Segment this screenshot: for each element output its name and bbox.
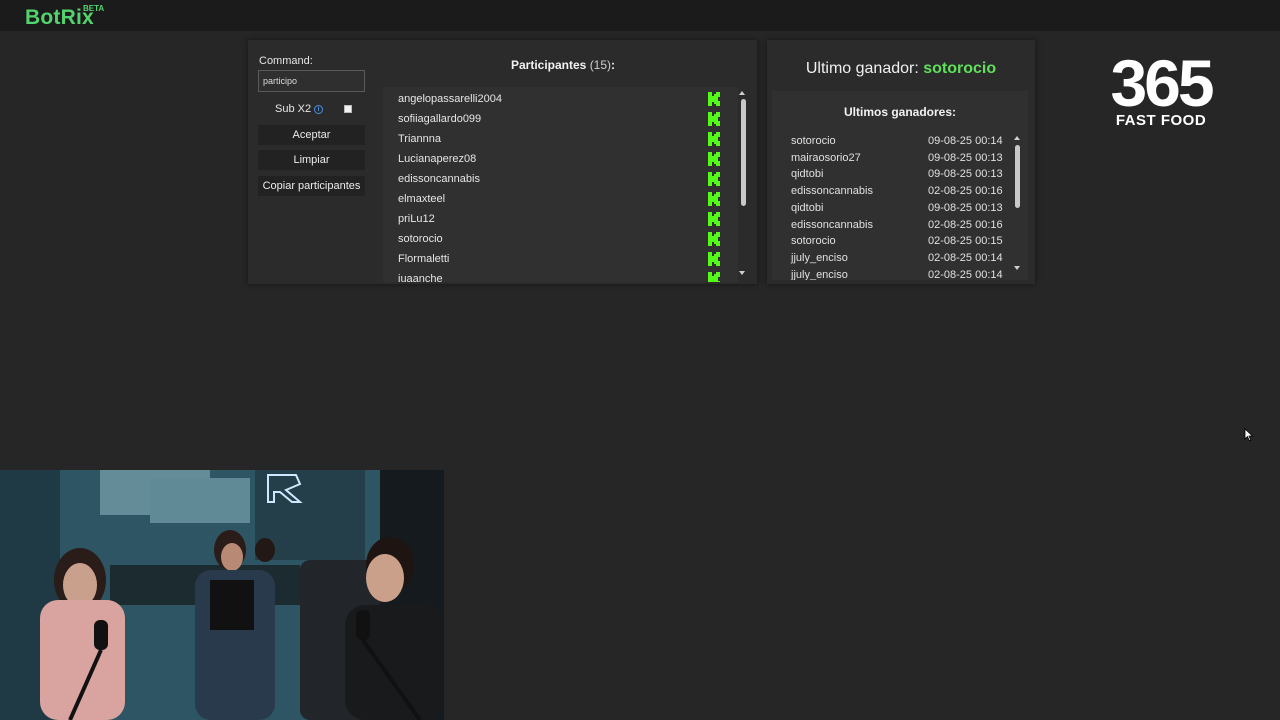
winner-date: 02-08-25 00:14 bbox=[928, 251, 1003, 264]
participants-title: Participantes (15): bbox=[383, 58, 743, 72]
top-bar: BotRix BETA bbox=[0, 0, 1280, 31]
winner-name: edissoncannabis bbox=[791, 185, 873, 198]
giveaway-panel: Command: Sub X2 i Aceptar Limpiar Copiar… bbox=[248, 40, 757, 284]
scroll-down-arrow-icon[interactable] bbox=[739, 271, 745, 275]
participant-row[interactable]: elmaxteel bbox=[383, 189, 723, 209]
winner-date: 09-08-25 00:13 bbox=[928, 151, 1003, 164]
winners-scrollbar[interactable] bbox=[1013, 133, 1023, 273]
last-winner: Ultimo ganador: sotorocio bbox=[767, 60, 1035, 78]
kick-icon bbox=[708, 172, 720, 186]
participant-row[interactable]: Lucianaperez08 bbox=[383, 149, 723, 169]
winner-row: edissoncannabis 02-08-25 00:16 bbox=[772, 183, 1012, 199]
participant-row[interactable]: edissoncannabis bbox=[383, 169, 723, 189]
participants-scrollbar[interactable] bbox=[738, 88, 749, 278]
winner-name: sotorocio bbox=[791, 135, 836, 147]
participants-title-text: Participantes bbox=[510, 58, 587, 72]
participant-row[interactable]: priLu12 bbox=[383, 209, 723, 229]
participants-list: angelopassarelli2004 sofiiagallardo099 Tri… bbox=[383, 87, 738, 282]
winner-date: 09-08-25 00:14 bbox=[928, 135, 1003, 147]
participant-name: Flormaletti bbox=[398, 253, 450, 265]
winner-row: sotorocio 02-08-25 00:15 bbox=[772, 233, 1012, 249]
clear-button[interactable]: Limpiar bbox=[258, 150, 365, 170]
participants-title-colon: : bbox=[611, 58, 616, 72]
participant-row[interactable]: Flormaletti bbox=[383, 249, 723, 269]
sponsor-logo: 365 FAST FOOD bbox=[1094, 50, 1228, 130]
winner-name: sotorocio bbox=[791, 235, 836, 248]
winner-row: sotorocio 09-08-25 00:14 bbox=[772, 133, 1012, 149]
winner-name: qidtobi bbox=[791, 201, 824, 214]
info-icon[interactable]: i bbox=[314, 105, 323, 114]
kick-icon bbox=[708, 92, 720, 106]
webcam-feed bbox=[0, 470, 444, 720]
winner-row: edissoncannabis 02-08-25 00:16 bbox=[772, 217, 1012, 233]
kick-icon bbox=[708, 192, 720, 206]
winner-name: edissoncannabis bbox=[791, 218, 873, 231]
winner-name: qidtobi bbox=[791, 168, 824, 181]
sub-x2-label: Sub X2 bbox=[275, 103, 312, 115]
recent-winners-title: Ultimos ganadores: bbox=[843, 105, 957, 119]
participant-row[interactable]: Triannna bbox=[383, 129, 723, 149]
scroll-thumb[interactable] bbox=[1015, 145, 1020, 208]
winner-name: jjuly_enciso bbox=[791, 268, 848, 280]
participant-name: juaanche bbox=[398, 273, 443, 282]
winners-panel: Ultimo ganador: sotorocio Ultimos ganado… bbox=[767, 40, 1035, 284]
kick-icon bbox=[708, 152, 720, 166]
participant-row[interactable]: sotorocio bbox=[383, 229, 723, 249]
participant-row[interactable]: juaanche bbox=[383, 269, 723, 282]
winner-date: 09-08-25 00:13 bbox=[928, 201, 1003, 214]
winner-date: 02-08-25 00:16 bbox=[928, 185, 1003, 198]
participant-name: angelopassarelli2004 bbox=[398, 93, 502, 105]
kick-icon bbox=[708, 132, 720, 146]
webcam-scene bbox=[0, 470, 444, 720]
command-input[interactable] bbox=[258, 70, 365, 92]
scroll-up-arrow-icon[interactable] bbox=[739, 91, 745, 95]
beta-badge: BETA bbox=[83, 4, 105, 13]
participant-row[interactable]: sofiiagallardo099 bbox=[383, 109, 723, 129]
last-winner-label: Ultimo ganador: bbox=[805, 60, 919, 77]
participant-name: sotorocio bbox=[398, 233, 443, 245]
recent-winners-box: Ultimos ganadores: sotorocio 09-08-25 00:… bbox=[772, 91, 1028, 280]
participant-name: priLu12 bbox=[398, 213, 435, 225]
participants-count: (15) bbox=[589, 58, 612, 72]
winner-row: qidtobi 09-08-25 00:13 bbox=[772, 166, 1012, 182]
winner-name: jjuly_enciso bbox=[791, 251, 848, 264]
winner-date: 02-08-25 00:16 bbox=[928, 218, 1003, 231]
winner-date: 02-08-25 00:15 bbox=[928, 235, 1003, 248]
sub-x2-checkbox[interactable] bbox=[344, 105, 352, 113]
last-winner-name: sotorocio bbox=[923, 60, 997, 77]
winner-row: mairaosorio27 09-08-25 00:13 bbox=[772, 150, 1012, 166]
kick-icon bbox=[708, 112, 720, 126]
kick-icon bbox=[708, 272, 720, 282]
sub-x2-row: Sub X2 i bbox=[258, 102, 366, 118]
participant-name: sofiiagallardo099 bbox=[398, 113, 482, 125]
participant-row[interactable]: angelopassarelli2004 bbox=[383, 89, 723, 109]
participant-name: Lucianaperez08 bbox=[398, 153, 477, 165]
accept-button[interactable]: Aceptar bbox=[258, 125, 365, 145]
logo-number: 365 bbox=[1110, 46, 1214, 120]
kick-icon bbox=[708, 252, 720, 266]
winner-row: qidtobi 09-08-25 00:13 bbox=[772, 200, 1012, 216]
winner-date: 09-08-25 00:13 bbox=[928, 168, 1003, 181]
participant-name: Triannna bbox=[398, 133, 442, 145]
kick-icon bbox=[708, 232, 720, 246]
scroll-down-arrow-icon[interactable] bbox=[1014, 266, 1020, 270]
winner-row: jjuly_enciso 02-08-25 00:14 bbox=[772, 267, 1012, 280]
command-label: Command: bbox=[259, 55, 313, 67]
copy-participants-button[interactable]: Copiar participantes bbox=[258, 176, 365, 196]
winner-row: jjuly_enciso 02-08-25 00:14 bbox=[772, 250, 1012, 266]
kick-icon bbox=[708, 212, 720, 226]
participant-name: edissoncannabis bbox=[398, 173, 480, 185]
participant-name: elmaxteel bbox=[398, 193, 446, 205]
scroll-up-arrow-icon[interactable] bbox=[1014, 136, 1020, 140]
scroll-thumb[interactable] bbox=[741, 99, 746, 206]
winner-name: mairaosorio27 bbox=[791, 151, 861, 164]
winner-date: 02-08-25 00:14 bbox=[928, 268, 1003, 280]
mouse-cursor-icon bbox=[1244, 428, 1254, 442]
